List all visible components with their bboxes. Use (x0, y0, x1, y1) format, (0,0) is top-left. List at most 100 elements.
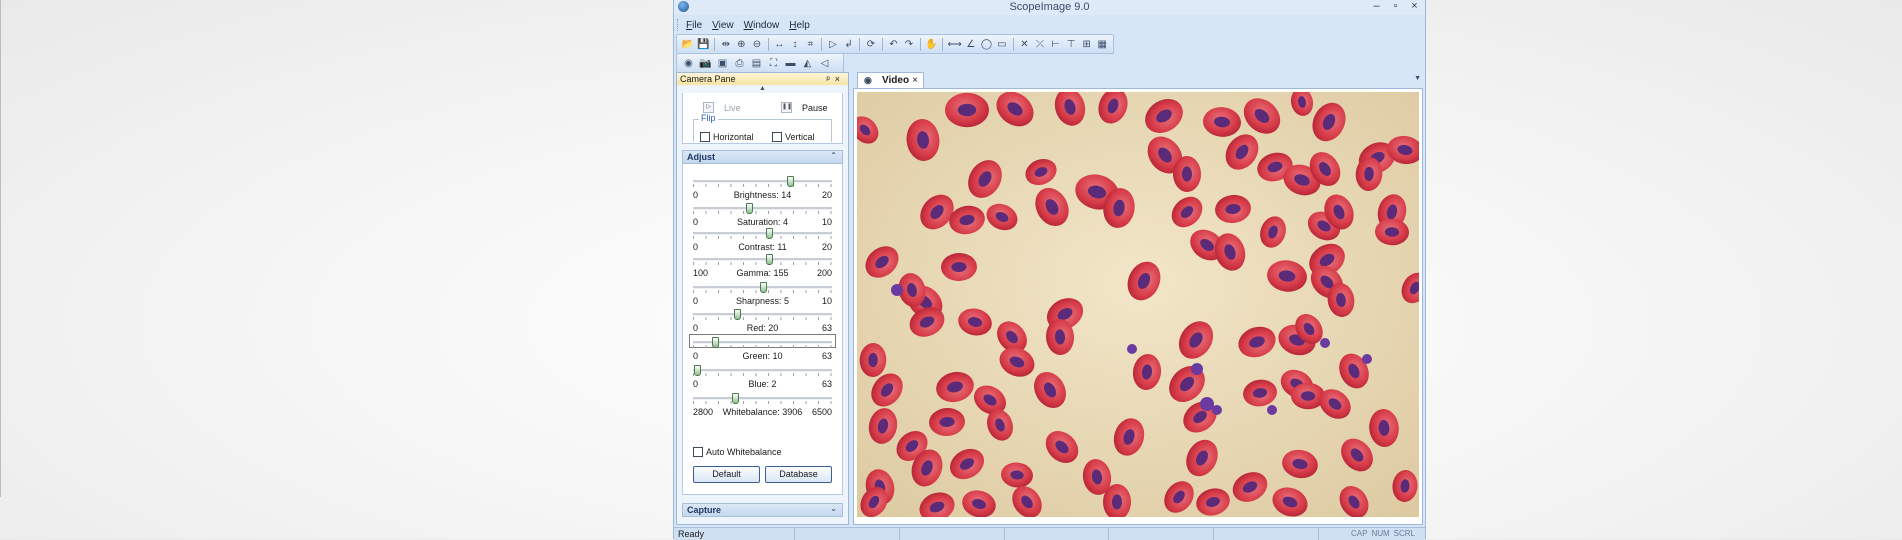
tab-close-icon[interactable]: × (912, 75, 918, 86)
slider-track (693, 313, 832, 316)
vertical-checkbox[interactable]: Vertical (772, 132, 815, 142)
slider-red[interactable]: 0 Red: 20 63 (683, 309, 842, 333)
menu-help[interactable]: Help (784, 20, 815, 31)
step-icon[interactable]: ↲ (842, 37, 855, 51)
delete-icon[interactable]: ✕ (1018, 37, 1031, 51)
minimize-button[interactable]: – (1370, 0, 1383, 13)
white-blood-cell (1212, 405, 1222, 415)
slider-whitebalance[interactable]: 2800 Whitebalance: 3906 6500 (683, 393, 842, 417)
default-button[interactable]: Default (693, 466, 760, 483)
scroll-up-icon[interactable]: ▲ (677, 85, 848, 93)
menu-view[interactable]: View (707, 20, 739, 31)
slider-ticks (693, 184, 832, 187)
hand-icon[interactable]: ✋ (925, 37, 938, 51)
slider-thumb[interactable] (787, 176, 795, 187)
database-button[interactable]: Database (765, 466, 832, 483)
video-view[interactable] (857, 92, 1419, 517)
slider-sharpness[interactable]: 0 Sharpness: 5 10 (683, 282, 842, 306)
rotate-icon[interactable]: ⟳ (865, 37, 878, 51)
pause-icon: ❚❚ (781, 102, 792, 113)
slider-thumb[interactable] (766, 228, 774, 239)
white-blood-cell (1191, 363, 1203, 375)
redo-icon[interactable]: ↷ (903, 37, 916, 51)
angle-icon[interactable]: ∠ (965, 37, 978, 51)
menu-file[interactable]: File (681, 20, 707, 31)
slider-thumb[interactable] (759, 282, 767, 293)
scrl-indicator: SCRL (1393, 529, 1415, 538)
snapshot-icon[interactable]: ▣ (716, 56, 730, 70)
record-icon[interactable]: ⎙ (733, 56, 747, 70)
slider-blue[interactable]: 0 Blue: 2 63 (683, 365, 842, 389)
slider-max: 6500 (811, 407, 832, 417)
camera-select-icon[interactable]: ◉ (682, 56, 696, 70)
slider-label: Red: 20 (746, 323, 779, 333)
layout-icon[interactable]: ▤ (750, 56, 764, 70)
slider-max: 63 (821, 351, 832, 361)
pause-button[interactable]: ❚❚ Pause (781, 102, 828, 113)
zoom-out-icon[interactable]: ⊖ (751, 37, 764, 51)
zoom-in-icon[interactable]: ⊕ (735, 37, 748, 51)
flip-horizontal-icon[interactable]: ↔ (773, 37, 786, 51)
slider-brightness[interactable]: 0 Brightness: 14 20 (683, 176, 842, 200)
save-icon[interactable]: 💾 (697, 37, 710, 51)
adjust-section-header[interactable]: Adjust ⌃ (682, 150, 843, 164)
monitor-icon[interactable]: ▬ (784, 56, 798, 70)
camera-icon: ◉ (864, 75, 872, 85)
close-button[interactable]: × (1408, 0, 1421, 13)
align-left-icon[interactable]: ⊢ (1049, 37, 1062, 51)
slider-max: 63 (821, 323, 832, 333)
slider-thumb[interactable] (712, 337, 720, 348)
slider-thumb[interactable] (694, 365, 702, 376)
live-button[interactable]: ▷ Live (703, 102, 741, 113)
capture-icon[interactable]: 📷 (699, 56, 713, 70)
align-top-icon[interactable]: ⊤ (1065, 37, 1078, 51)
slider-thumb[interactable] (766, 254, 774, 265)
slider-gamma[interactable]: 100 Gamma: 155 200 (683, 254, 842, 278)
camera-pane: Camera Pane ᵖ× ▲ ▷ Live ❚❚ Pause Flip Ho… (676, 72, 849, 525)
fit-icon[interactable]: ⇹ (720, 37, 733, 51)
triangle-icon[interactable]: ◭ (801, 56, 815, 70)
white-blood-cell (1200, 397, 1214, 411)
menu-window[interactable]: Window (739, 20, 785, 31)
slider-ticks (693, 236, 832, 239)
crop-icon[interactable]: ⌗ (804, 37, 817, 51)
undo-icon[interactable]: ↶ (887, 37, 900, 51)
slider-max: 20 (821, 242, 832, 252)
slider-thumb[interactable] (745, 203, 753, 214)
live-section: ▷ Live ❚❚ Pause Flip Horizontal Vertical (682, 93, 843, 144)
slider-green[interactable]: 0 Green: 10 63 (683, 334, 842, 361)
back-icon[interactable]: ◁ (818, 56, 832, 70)
checkbox-box (772, 132, 782, 142)
slider-track (693, 397, 832, 400)
pointer-icon[interactable]: ▷ (827, 37, 840, 51)
auto-whitebalance-checkbox[interactable]: Auto Whitebalance (693, 447, 782, 457)
slider-thumb[interactable] (731, 393, 739, 404)
pin-icon[interactable]: ᵖ (826, 74, 834, 84)
capture-section-header[interactable]: Capture ⌄ (682, 503, 843, 517)
slider-label: Saturation: 4 (736, 217, 789, 227)
slider-saturation[interactable]: 0 Saturation: 4 10 (683, 203, 842, 227)
slider-thumb[interactable] (734, 309, 742, 320)
tab-video[interactable]: ◉ Video × (857, 72, 924, 88)
slider-contrast[interactable]: 0 Contrast: 11 20 (683, 228, 842, 252)
grid-icon[interactable]: ⊞ (1080, 37, 1093, 51)
slider-max: 200 (816, 268, 832, 278)
expand-icon[interactable]: ⛶ (767, 56, 781, 70)
flip-vertical-icon[interactable]: ↕ (789, 37, 802, 51)
restore-button[interactable]: ▫ (1389, 0, 1402, 13)
horizontal-checkbox[interactable]: Horizontal (700, 132, 754, 142)
slider-ticks (693, 373, 832, 376)
open-icon[interactable]: 📂 (682, 37, 695, 51)
window-title: ScopeImage 9.0 (1009, 1, 1090, 13)
white-blood-cell (1127, 344, 1137, 354)
white-blood-cell (1320, 338, 1330, 348)
table-icon[interactable]: ▦ (1096, 37, 1109, 51)
document-tabs: ◉ Video × ▼ (853, 72, 1423, 88)
pane-close-icon[interactable]: × (835, 74, 845, 84)
rectangle-icon[interactable]: ▭ (996, 37, 1009, 51)
tab-menu-icon[interactable]: ▼ (1414, 75, 1421, 82)
line-measure-icon[interactable]: ⟷ (947, 37, 961, 51)
delete-all-icon[interactable]: ⤫ (1034, 37, 1047, 51)
circle-measure-icon[interactable]: ◯ (980, 37, 993, 51)
expand-icon: ⌄ (830, 504, 837, 513)
